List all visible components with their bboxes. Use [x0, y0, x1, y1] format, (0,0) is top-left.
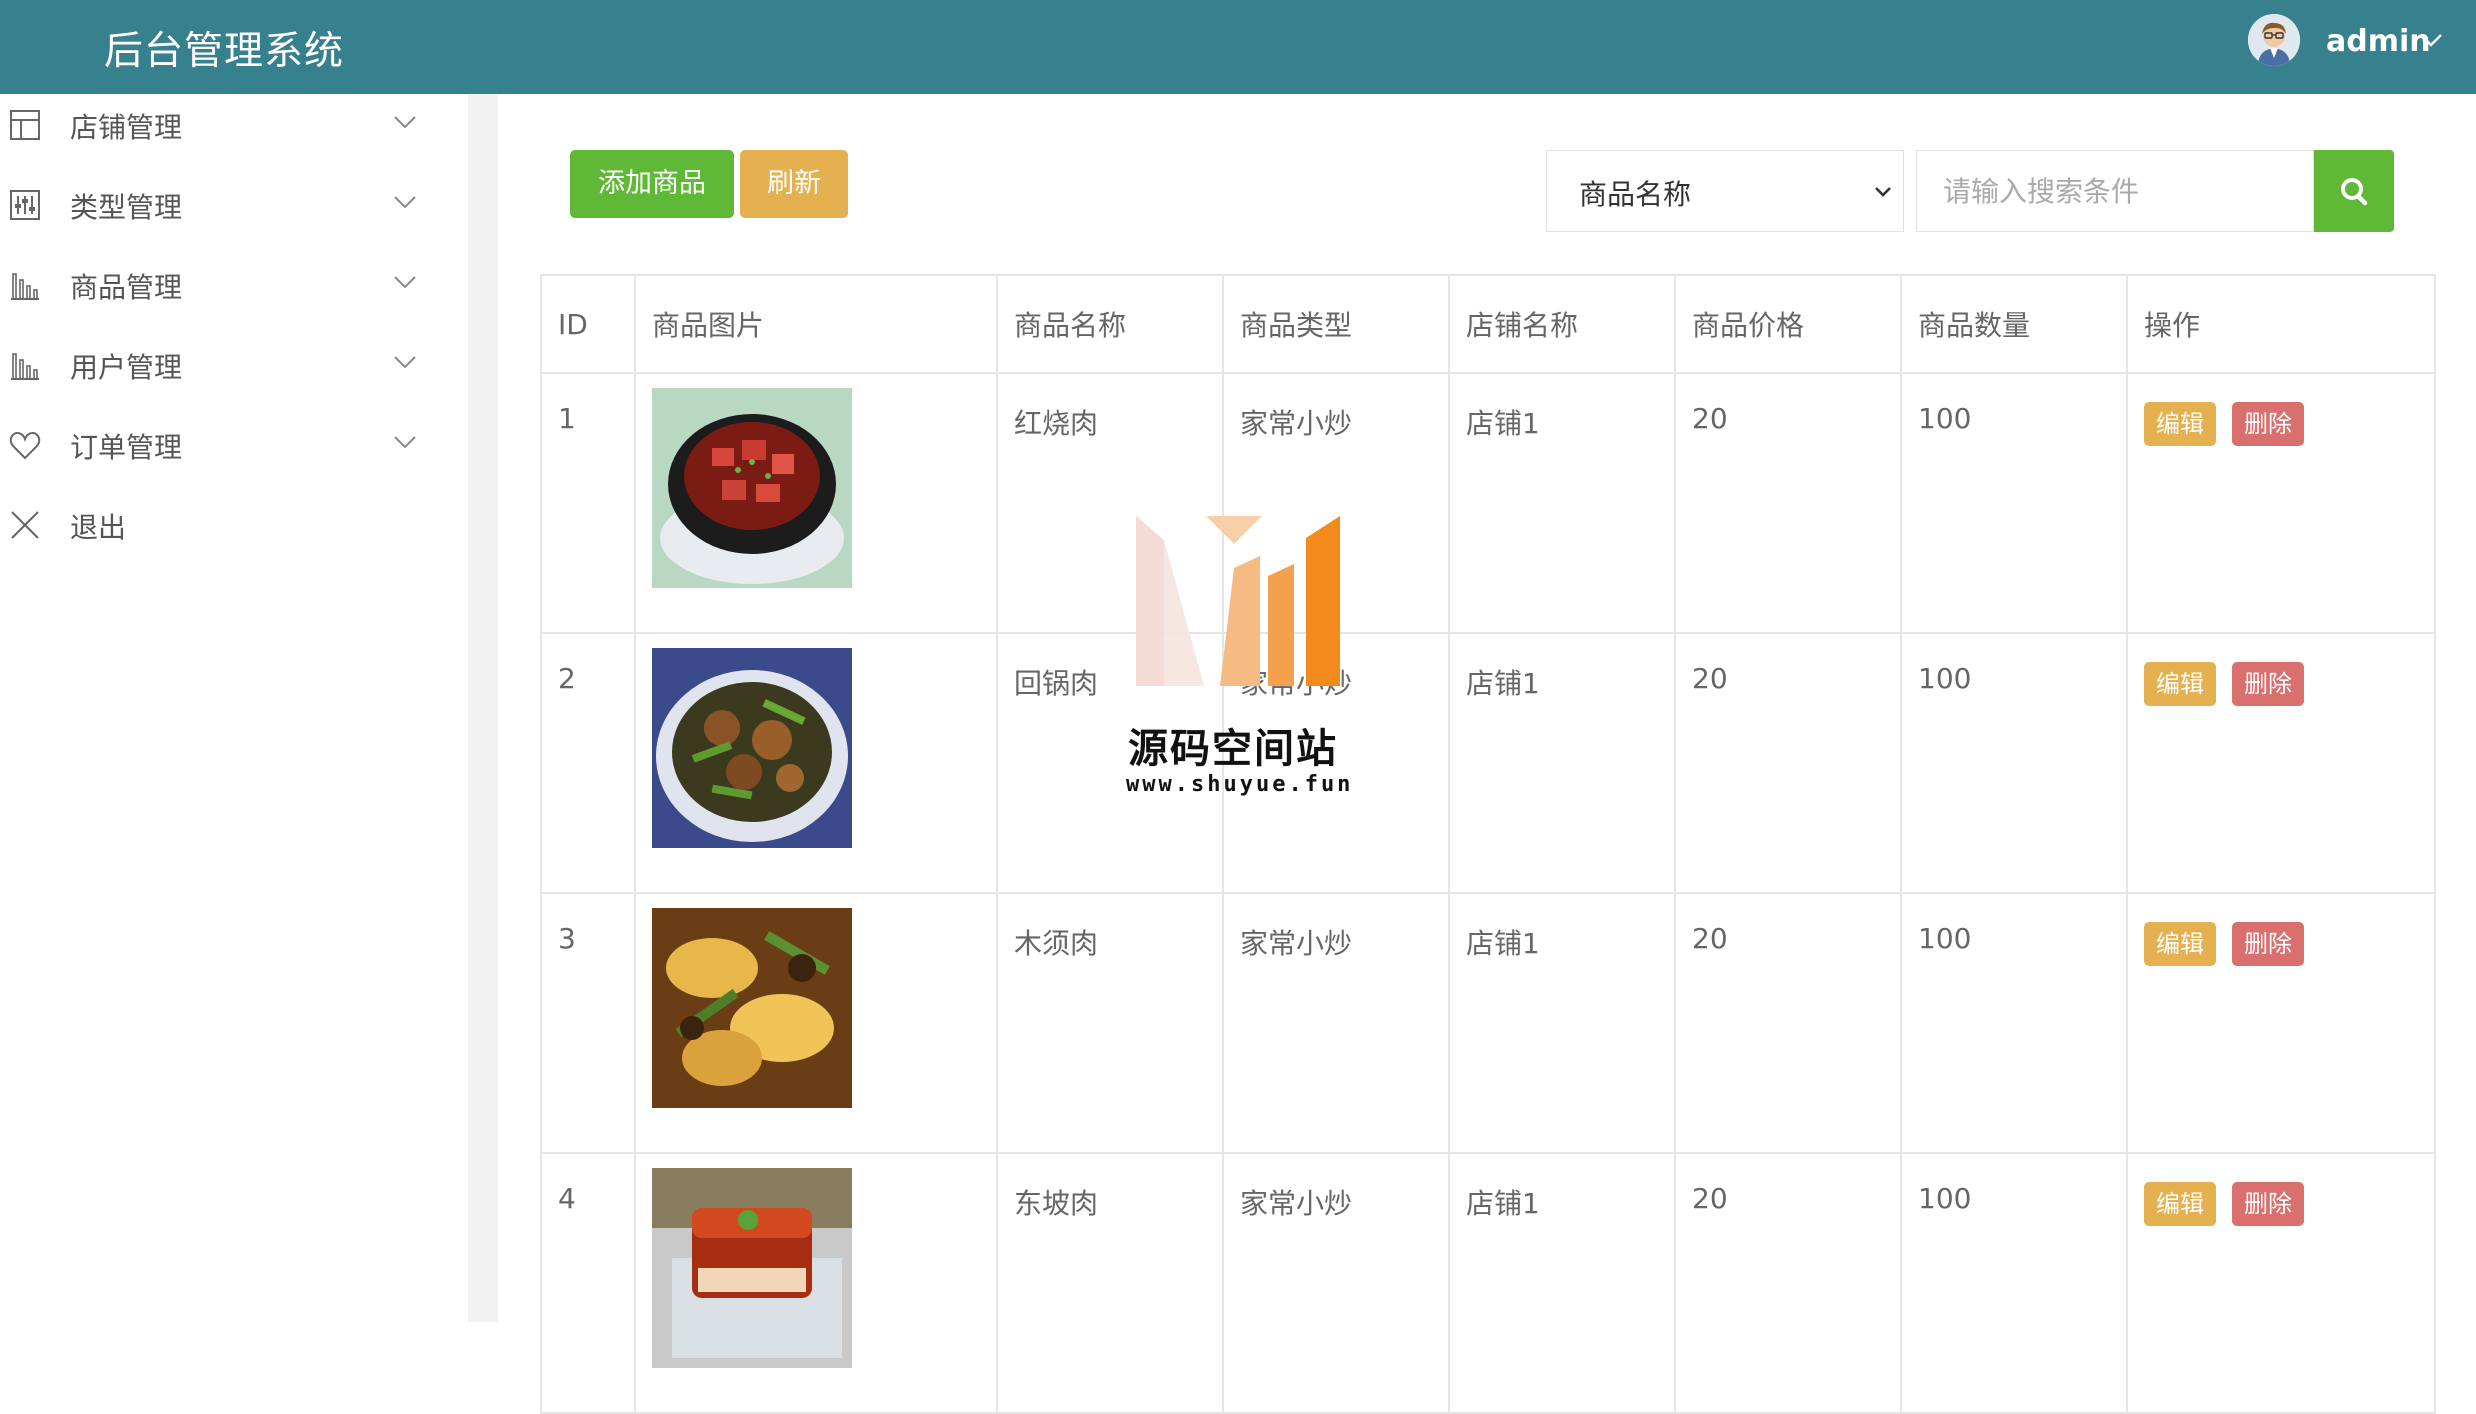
- sidebar-item-logout[interactable]: 退出: [0, 494, 440, 554]
- sidebar-item-label: 退出: [70, 511, 127, 544]
- sidebar-item-label: 类型管理: [70, 191, 183, 224]
- cell-qty: 100: [1900, 632, 2128, 894]
- cell-type: 家常小炒: [1222, 892, 1450, 1154]
- table-header-row: ID 商品图片 商品名称 商品类型 店铺名称 商品价格 商品数量 操作: [540, 274, 2436, 374]
- edit-button[interactable]: 编辑: [2144, 402, 2216, 446]
- edit-button[interactable]: 编辑: [2144, 1182, 2216, 1226]
- cell-id: 3: [540, 892, 636, 1154]
- cell-price: 20: [1674, 372, 1902, 634]
- delete-button[interactable]: 删除: [2232, 402, 2304, 446]
- user-name[interactable]: admin: [2326, 24, 2431, 59]
- cell-shop: 店铺1: [1448, 892, 1676, 1154]
- app-title: 后台管理系统: [104, 29, 345, 74]
- goods-table: ID 商品图片 商品名称 商品类型 店铺名称 商品价格 商品数量 操作 1 红烧…: [540, 274, 2436, 1414]
- cell-actions: 编辑 删除: [2126, 1152, 2436, 1414]
- cell-qty: 100: [1900, 372, 2128, 634]
- cell-price: 20: [1674, 892, 1902, 1154]
- bar-chart-icon: [11, 353, 39, 380]
- column-header: 商品价格: [1674, 274, 1902, 374]
- cell-price: 20: [1674, 1152, 1902, 1414]
- layout-icon: [10, 110, 40, 140]
- bar-chart-icon: [11, 273, 39, 300]
- cell-image: [634, 632, 998, 894]
- cell-actions: 编辑 删除: [2126, 632, 2436, 894]
- table-row: 4 东坡肉 家常小炒 店铺1 20 100 编辑 删除: [540, 1152, 2436, 1414]
- search-button[interactable]: [2314, 150, 2394, 232]
- user-avatar[interactable]: [2248, 14, 2300, 66]
- search-input[interactable]: [1916, 150, 2314, 232]
- cell-actions: 编辑 删除: [2126, 892, 2436, 1154]
- column-header: 操作: [2126, 274, 2436, 374]
- heart-icon: [9, 431, 41, 460]
- edit-button[interactable]: 编辑: [2144, 662, 2216, 706]
- cell-shop: 店铺1: [1448, 1152, 1676, 1414]
- add-goods-button[interactable]: 添加商品: [570, 150, 734, 218]
- sidebar-item-shop[interactable]: 店铺管理: [0, 94, 440, 154]
- sidebar-item-label: 用户管理: [70, 351, 183, 384]
- table-row: 3 木须肉 家常小炒 店铺1 20 100 编辑 删除: [540, 892, 2436, 1154]
- chevron-down-icon: [394, 196, 416, 209]
- dish-image: [652, 388, 852, 588]
- column-header: 商品图片: [634, 274, 998, 374]
- cell-qty: 100: [1900, 1152, 2128, 1414]
- cell-actions: 编辑 删除: [2126, 372, 2436, 634]
- column-header: ID: [540, 274, 636, 374]
- chevron-down-icon: [394, 276, 416, 289]
- cell-shop: 店铺1: [1448, 372, 1676, 634]
- search-field-value: 商品名称: [1579, 178, 1692, 211]
- delete-button[interactable]: 删除: [2232, 1182, 2304, 1226]
- cell-id: 1: [540, 372, 636, 634]
- cell-image: [634, 892, 998, 1154]
- chevron-down-icon: [394, 356, 416, 369]
- dish-image: [652, 1168, 852, 1368]
- column-header: 商品名称: [996, 274, 1224, 374]
- watermark-title: 源码空间站: [1128, 726, 1338, 772]
- watermark-url: www.shuyue.fun: [1126, 772, 1354, 797]
- cell-image: [634, 372, 998, 634]
- cell-name: 东坡肉: [996, 1152, 1224, 1414]
- search-field-select[interactable]: 商品名称: [1546, 150, 1904, 232]
- chevron-down-icon: [394, 116, 416, 129]
- cell-price: 20: [1674, 632, 1902, 894]
- sidebar-item-label: 订单管理: [70, 431, 183, 464]
- dish-image: [652, 648, 852, 848]
- cell-id: 4: [540, 1152, 636, 1414]
- sidebar-item-order[interactable]: 订单管理: [0, 414, 440, 474]
- sidebar-item-label: 商品管理: [70, 271, 183, 304]
- cell-image: [634, 1152, 998, 1414]
- top-header: 后台管理系统 admin: [0, 0, 2476, 94]
- cell-id: 2: [540, 632, 636, 894]
- column-header: 店铺名称: [1448, 274, 1676, 374]
- close-icon: [11, 511, 39, 539]
- cell-qty: 100: [1900, 892, 2128, 1154]
- column-header: 商品类型: [1222, 274, 1450, 374]
- cell-type: 家常小炒: [1222, 1152, 1450, 1414]
- refresh-button[interactable]: 刷新: [740, 150, 848, 218]
- search-icon: [2341, 178, 2368, 206]
- table-row: 1 红烧肉 家常小炒 店铺1 20 100 编辑 删除: [540, 372, 2436, 634]
- sidebar-item-label: 店铺管理: [70, 111, 183, 144]
- table-row: 2 回锅肉 家常小炒 店铺1 20 100 编辑 删除: [540, 632, 2436, 894]
- cell-shop: 店铺1: [1448, 632, 1676, 894]
- delete-button[interactable]: 删除: [2232, 662, 2304, 706]
- sidebar-item-user[interactable]: 用户管理: [0, 334, 440, 394]
- column-header: 商品数量: [1900, 274, 2128, 374]
- cell-name: 木须肉: [996, 892, 1224, 1154]
- sidebar-item-type[interactable]: 类型管理: [0, 174, 440, 234]
- sliders-icon: [10, 190, 40, 220]
- sidebar-item-goods[interactable]: 商品管理: [0, 254, 440, 314]
- dish-image: [652, 908, 852, 1108]
- chevron-down-icon[interactable]: [2418, 32, 2444, 48]
- edit-button[interactable]: 编辑: [2144, 922, 2216, 966]
- sidebar-divider: [468, 94, 498, 1322]
- chevron-down-icon: [1875, 187, 1891, 197]
- delete-button[interactable]: 删除: [2232, 922, 2304, 966]
- sidebar: 店铺管理 类型管理 商品管理 用户管理 订单管理 退出: [0, 94, 468, 1322]
- chevron-down-icon: [394, 436, 416, 449]
